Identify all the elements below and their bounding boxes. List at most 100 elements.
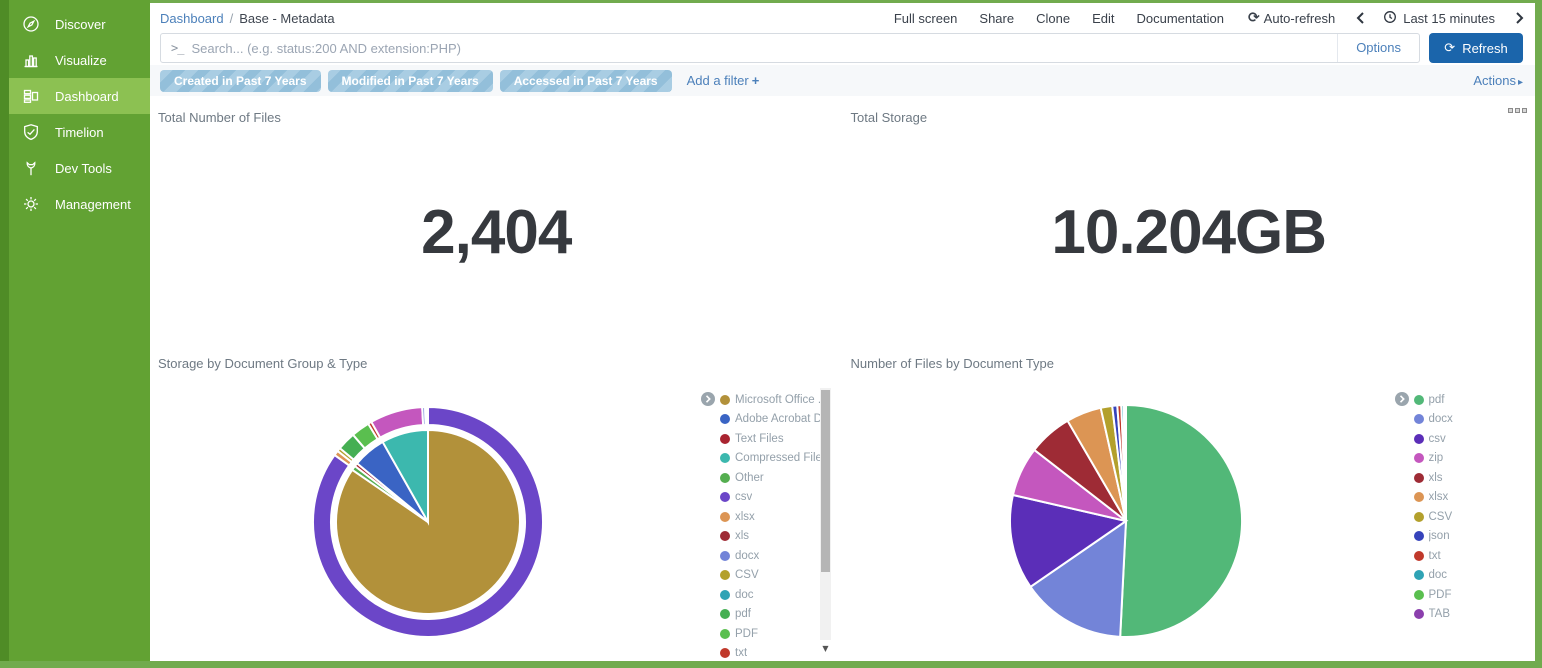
legend-item-other[interactable]: Other	[720, 468, 831, 488]
legend-item-tab[interactable]: TAB	[1414, 605, 1525, 625]
search-box: >_ Options	[160, 33, 1420, 63]
legend-item-compressed-files[interactable]: Compressed Files	[720, 449, 831, 469]
legend-label: xls	[735, 530, 749, 542]
time-range-picker[interactable]: Last 15 minutes	[1383, 10, 1495, 27]
options-button[interactable]: Options	[1337, 34, 1419, 62]
filter-pill-modified-in-past-7-years[interactable]: Modified in Past 7 Years	[328, 70, 493, 92]
panel-title: Total Storage	[843, 96, 1536, 125]
sidebar-item-dashboard[interactable]: Dashboard	[9, 78, 150, 114]
refresh-button[interactable]: ⟳ Refresh	[1429, 33, 1523, 63]
legend-item-xls[interactable]: xls	[1414, 468, 1525, 488]
legend-item-xls[interactable]: xls	[720, 527, 831, 547]
legend-color-dot	[720, 609, 730, 619]
legend-label: Other	[735, 472, 764, 484]
kibana-app: DiscoverVisualizeDashboardTimelionDev To…	[0, 0, 1542, 668]
legend-label: TAB	[1429, 608, 1451, 620]
pie-slice-pdf[interactable]	[1120, 405, 1242, 637]
legend-color-dot	[720, 473, 730, 483]
sidebar-item-dev-tools[interactable]: Dev Tools	[9, 150, 150, 186]
breadcrumb-current: Base - Metadata	[239, 11, 334, 26]
legend-color-dot	[1414, 551, 1424, 561]
legend-color-dot	[1414, 492, 1424, 502]
menu-clone[interactable]: Clone	[1036, 11, 1070, 26]
filter-bar: Created in Past 7 Years Modified in Past …	[150, 65, 1535, 96]
chevron-right-icon	[1515, 11, 1525, 25]
legend-item-pdf[interactable]: pdf	[1414, 390, 1525, 410]
legend-scrollbar[interactable]	[820, 388, 831, 640]
legend-item-xlsx[interactable]: xlsx	[1414, 488, 1525, 508]
auto-refresh-button[interactable]: ⟳ Auto-refresh	[1248, 10, 1335, 26]
menu-share[interactable]: Share	[979, 11, 1014, 26]
panel-total-storage: Total Storage 10.204GB	[843, 96, 1536, 342]
legend-label: CSV	[735, 569, 759, 581]
legend-item-csv[interactable]: CSV	[1414, 507, 1525, 527]
legend-item-csv[interactable]: CSV	[720, 566, 831, 586]
sidebar-item-visualize[interactable]: Visualize	[9, 42, 150, 78]
legend-item-pdf[interactable]: PDF	[1414, 585, 1525, 605]
metric-total-files: 2,404	[150, 197, 843, 268]
menu-documentation[interactable]: Documentation	[1136, 11, 1223, 26]
legend-label: xls	[1429, 472, 1443, 484]
scroll-down-icon[interactable]: ▼	[820, 644, 831, 653]
scrollbar-thumb[interactable]	[821, 390, 830, 572]
legend-label: csv	[1429, 433, 1446, 445]
pie-slice-tab[interactable]	[1125, 405, 1126, 521]
sidebar-item-timelion[interactable]: Timelion	[9, 114, 150, 150]
filter-pill-accessed-in-past-7-years[interactable]: Accessed in Past 7 Years	[500, 70, 672, 92]
sidebar-item-label: Discover	[55, 17, 106, 32]
panel-options-icon[interactable]	[1508, 108, 1527, 113]
pie-slice-xls[interactable]	[427, 407, 428, 425]
legend-color-dot	[1414, 473, 1424, 483]
actions-button[interactable]: Actions▸	[1473, 73, 1523, 88]
legend-color-dot	[720, 414, 730, 424]
panel-storage-pie: Storage by Document Group & Type Microso…	[150, 342, 843, 661]
time-forward-button[interactable]	[1515, 11, 1525, 25]
legend-item-doc[interactable]: doc	[1414, 566, 1525, 586]
legend-color-dot	[720, 434, 730, 444]
sidebar-nav: Discover VisualizeDashboardTimelionDev To…	[9, 6, 150, 222]
menu-full-screen[interactable]: Full screen	[894, 11, 958, 26]
sidebar-item-discover[interactable]: Discover	[9, 6, 150, 42]
refresh-icon: ⟳	[1444, 41, 1455, 56]
legend-label: doc	[1429, 569, 1448, 581]
legend-color-dot	[1414, 531, 1424, 541]
panel-total-files: Total Number of Files 2,404	[150, 96, 843, 342]
legend-item-text-files[interactable]: Text Files	[720, 429, 831, 449]
legend-color-dot	[720, 531, 730, 541]
legend-collapse-icon[interactable]	[1395, 392, 1409, 411]
search-input[interactable]	[191, 35, 1337, 61]
legend-item-txt[interactable]: txt	[720, 644, 831, 664]
legend-item-pdf[interactable]: PDF	[720, 624, 831, 644]
breadcrumb-dashboard-link[interactable]: Dashboard	[160, 11, 224, 26]
breadcrumb: Dashboard/Base - Metadata	[160, 11, 335, 26]
legend-item-docx[interactable]: docx	[720, 546, 831, 566]
legend-item-zip[interactable]: zip	[1414, 449, 1525, 469]
legend-item-doc[interactable]: doc	[720, 585, 831, 605]
legend-collapse-icon[interactable]	[701, 392, 715, 411]
files-pie-chart[interactable]	[1008, 403, 1244, 639]
legend-color-dot	[720, 453, 730, 463]
add-filter-button[interactable]: Add a filter+	[687, 73, 760, 88]
legend-item-csv[interactable]: csv	[720, 488, 831, 508]
menu-edit[interactable]: Edit	[1092, 11, 1114, 26]
legend-label: docx	[1429, 413, 1453, 425]
legend-item-xlsx[interactable]: xlsx	[720, 507, 831, 527]
sidebar-item-management[interactable]: Management	[9, 186, 150, 222]
legend-item-json[interactable]: json	[1414, 527, 1525, 547]
legend-label: json	[1429, 530, 1450, 542]
filter-pill-created-in-past-7-years[interactable]: Created in Past 7 Years	[160, 70, 321, 92]
bar-chart-icon	[21, 50, 41, 70]
legend-label: Text Files	[735, 433, 784, 445]
legend-item-docx[interactable]: docx	[1414, 410, 1525, 430]
legend-item-pdf[interactable]: pdf	[720, 605, 831, 625]
legend-item-txt[interactable]: txt	[1414, 546, 1525, 566]
legend-item-adobe-acrobat-d[interactable]: Adobe Acrobat D...	[720, 410, 831, 430]
legend-item-microsoft-office[interactable]: Microsoft Office ...	[720, 390, 831, 410]
query-prompt-icon: >_	[161, 41, 191, 55]
legend-item-csv[interactable]: csv	[1414, 429, 1525, 449]
time-back-button[interactable]	[1355, 11, 1365, 25]
storage-sunburst-chart[interactable]	[313, 407, 543, 637]
legend-label: Adobe Acrobat D...	[735, 413, 831, 425]
panel-title: Total Number of Files	[150, 96, 843, 125]
legend-label: txt	[735, 647, 747, 659]
